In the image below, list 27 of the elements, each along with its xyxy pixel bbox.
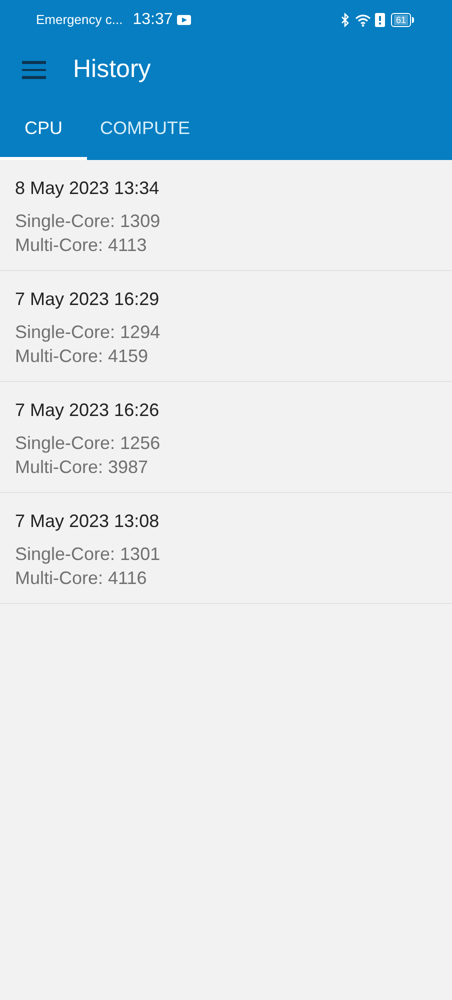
multi-core-score: Multi-Core: 3987: [15, 456, 148, 479]
result-date: 8 May 2023 13:34: [15, 177, 160, 200]
alert-icon: [374, 13, 385, 27]
battery-icon: 61: [390, 13, 414, 27]
single-core-score: Single-Core: 1301: [15, 543, 160, 566]
multi-core-score: Multi-Core: 4159: [15, 345, 148, 368]
video-icon: [176, 15, 191, 25]
single-core-score: Single-Core: 1256: [15, 432, 160, 455]
result-row[interactable]: 7 May 2023 13:08 Single-Core: 1301 Multi-Core: 4116: [0, 493, 452, 604]
clock: 13:37: [132, 10, 173, 30]
result-row[interactable]: 7 May 2023 16:29 Single-Core: 1294 Multi-Core: 4159: [0, 271, 452, 382]
multi-core-score: Multi-Core: 4116: [15, 567, 147, 590]
result-row[interactable]: 8 May 2023 13:34 Single-Core: 1309 Multi-Core: 4113: [0, 160, 452, 271]
screen-title: History: [73, 54, 151, 86]
multi-core-score: Multi-Core: 4113: [15, 234, 147, 257]
result-date: 7 May 2023 13:08: [15, 510, 160, 533]
single-core-score: Single-Core: 1294: [15, 321, 160, 344]
tab[interactable]: CPU: [0, 100, 87, 160]
result-date: 7 May 2023 16:29: [15, 288, 160, 311]
carrier-text: Emergency c...: [36, 11, 123, 30]
result-row[interactable]: 7 May 2023 16:26 Single-Core: 1256 Multi-Core: 3987: [0, 382, 452, 493]
bluetooth-icon: [340, 13, 349, 27]
single-core-score: Single-Core: 1309: [15, 210, 160, 233]
tab[interactable]: COMPUTE: [87, 100, 203, 160]
menu-icon[interactable]: [22, 61, 46, 79]
result-date: 7 May 2023 16:26: [15, 399, 160, 422]
wifi-icon: [354, 14, 371, 26]
